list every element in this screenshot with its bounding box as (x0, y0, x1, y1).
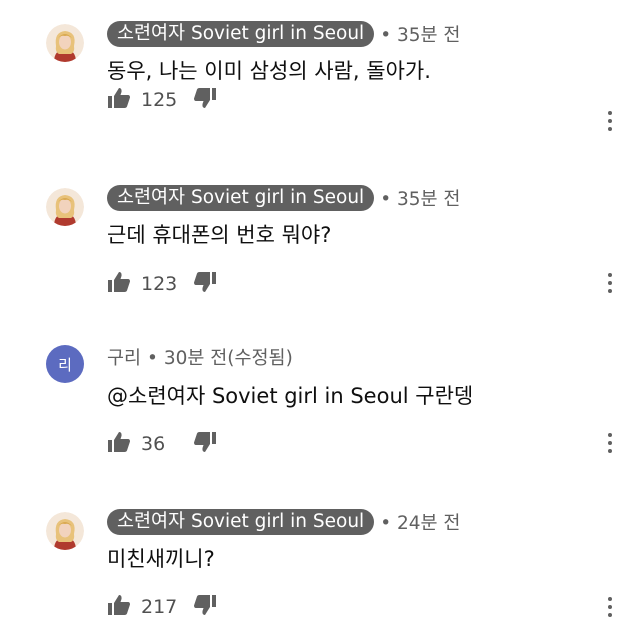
author-name-chip[interactable]: 소련여자 Soviet girl in Seoul (107, 509, 375, 535)
comment-actions: 125 (107, 87, 217, 113)
comment-meta: 구리 • 30분 전(수정됨) (107, 344, 293, 370)
author-avatar[interactable] (46, 188, 84, 226)
thumbs-down-icon (193, 87, 217, 113)
comment-item: 리 구리 • 30분 전(수정됨) @소련여자 Soviet girl in S… (0, 328, 640, 458)
comment-meta: 소련여자 Soviet girl in Seoul • 24분 전 (107, 509, 460, 535)
comment-time: • 30분 전(수정됨) (147, 348, 293, 369)
comment-item: 소련여자 Soviet girl in Seoul • 35분 전 근데 휴대폰… (0, 164, 640, 297)
comment-text: 미친새끼니? (107, 547, 215, 571)
like-button[interactable]: 36 (107, 431, 193, 457)
thumbs-up-icon (107, 271, 131, 297)
author-name-chip[interactable]: 소련여자 Soviet girl in Seoul (107, 185, 375, 211)
more-options-button[interactable] (604, 596, 616, 622)
thumbs-down-icon (193, 431, 217, 457)
like-count: 36 (141, 433, 166, 455)
thumbs-down-icon (193, 594, 217, 620)
comment-time: • 35분 전 (380, 25, 461, 46)
comment-text: @소련여자 Soviet girl in Seoul 구란뎅 (107, 384, 474, 408)
comment-text: 동우, 나는 이미 삼성의 사람, 돌아가. (107, 59, 431, 83)
dislike-button[interactable] (193, 87, 217, 113)
more-options-button[interactable] (604, 432, 616, 458)
comment-item: 소련여자 Soviet girl in Seoul • 24분 전 미친새끼니?… (0, 488, 640, 618)
more-options-button[interactable] (604, 110, 616, 136)
comment-time: • 35분 전 (380, 189, 461, 210)
author-avatar[interactable] (46, 512, 84, 550)
like-button[interactable]: 123 (107, 271, 193, 297)
thumbs-up-icon (107, 431, 131, 457)
like-button[interactable]: 125 (107, 87, 193, 113)
comment-actions: 36 (107, 431, 217, 457)
author-name-chip[interactable]: 소련여자 Soviet girl in Seoul (107, 21, 375, 47)
author-avatar[interactable] (46, 24, 84, 62)
comment-meta: 소련여자 Soviet girl in Seoul • 35분 전 (107, 185, 460, 211)
dislike-button[interactable] (193, 594, 217, 620)
like-button[interactable]: 217 (107, 594, 193, 620)
comment-meta: 소련여자 Soviet girl in Seoul • 35분 전 (107, 21, 460, 47)
like-count: 125 (141, 89, 178, 111)
thumbs-up-icon (107, 594, 131, 620)
thumbs-up-icon (107, 87, 131, 113)
thumbs-down-icon (193, 271, 217, 297)
more-options-button[interactable] (604, 272, 616, 298)
author-avatar[interactable]: 리 (46, 345, 84, 383)
comment-text: 근데 휴대폰의 번호 뭐야? (107, 223, 332, 247)
comment-time: • 24분 전 (380, 513, 461, 534)
comment-actions: 217 (107, 594, 217, 620)
author-name[interactable]: 구리 (107, 344, 141, 370)
like-count: 217 (141, 596, 178, 618)
comment-actions: 123 (107, 271, 217, 297)
like-count: 123 (141, 273, 178, 295)
comment-item: 소련여자 Soviet girl in Seoul • 35분 전 동우, 나는… (0, 0, 640, 131)
dislike-button[interactable] (193, 431, 217, 457)
dislike-button[interactable] (193, 271, 217, 297)
